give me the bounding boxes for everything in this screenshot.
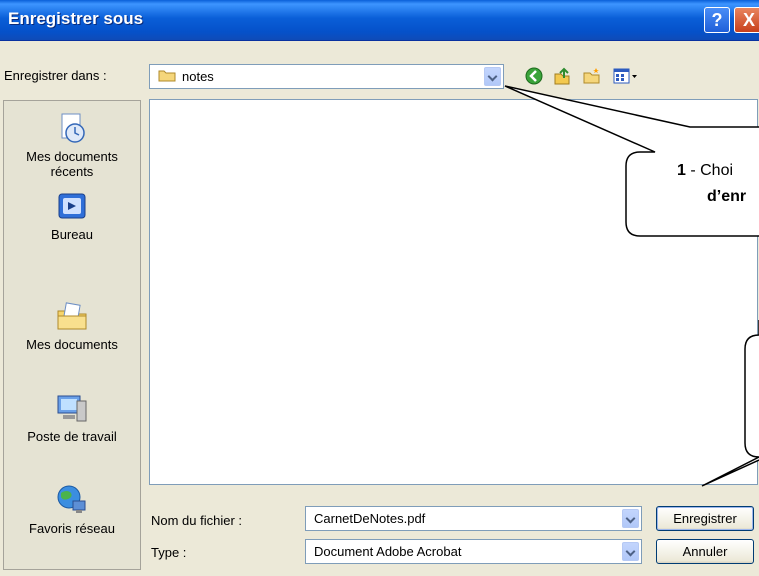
callout-1-line1: 1 - Choi	[677, 162, 733, 180]
callout-shapes	[504, 85, 759, 487]
callout-1-text: - Choi	[685, 162, 734, 179]
callout-1-line2: d’enr	[707, 188, 747, 205]
save-as-dialog: Enregistrer sous ? X Enregistrer dans : …	[0, 0, 759, 576]
callout-1-number: 1	[677, 162, 686, 179]
